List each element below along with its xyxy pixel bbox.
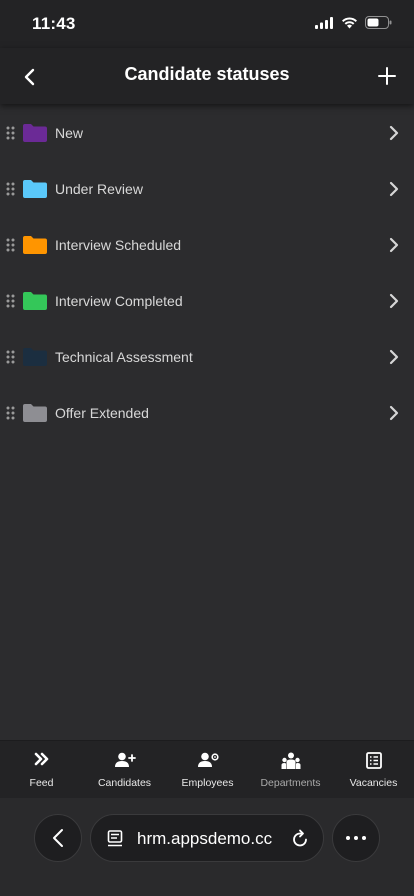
status-row[interactable]: Interview Scheduled <box>0 217 414 273</box>
battery-icon <box>365 16 392 29</box>
status-label: Under Review <box>55 181 143 197</box>
tab-candidates[interactable]: Candidates <box>83 741 166 799</box>
status-list: New Under Review Interview Scheduled Int… <box>0 105 414 441</box>
tab-vacancies-label: Vacancies <box>349 777 398 789</box>
url-text: hrm.appsdemo.cc <box>137 829 273 848</box>
reload-icon[interactable] <box>291 829 309 848</box>
status-row[interactable]: Offer Extended <box>0 385 414 441</box>
user-plus-icon <box>114 752 136 767</box>
app-header: Candidate statuses <box>0 48 414 104</box>
browser-toolbar: hrm.appsdemo.cc <box>0 798 414 896</box>
wifi-icon <box>342 16 357 28</box>
drag-handle-icon[interactable] <box>6 294 15 308</box>
list-document-icon <box>365 752 382 769</box>
drag-handle-icon[interactable] <box>6 126 15 140</box>
tab-candidates-label: Candidates <box>97 777 152 789</box>
tab-vacancies[interactable]: Vacancies <box>332 741 414 799</box>
status-row[interactable]: New <box>0 105 414 161</box>
chevron-right-icon <box>389 181 399 197</box>
more-dots-icon <box>346 836 366 840</box>
folder-icon <box>23 236 47 254</box>
chevron-left-icon <box>53 829 63 847</box>
page-icon <box>107 830 123 847</box>
drag-handle-icon[interactable] <box>6 350 15 364</box>
tab-employees-label: Employees <box>181 777 234 789</box>
browser-back-button[interactable] <box>34 814 82 862</box>
folder-icon <box>23 292 47 310</box>
status-time: 11:43 <box>32 14 76 33</box>
status-label: New <box>55 125 84 141</box>
browser-more-button[interactable] <box>332 814 380 862</box>
tab-employees[interactable]: Employees <box>166 741 249 799</box>
folder-icon <box>23 348 47 366</box>
folder-icon <box>23 180 47 198</box>
address-bar[interactable]: hrm.appsdemo.cc <box>90 814 324 862</box>
bottom-tab-bar: Feed Candidates Employees Departments Va… <box>0 740 414 798</box>
double-chevron-icon <box>34 752 48 766</box>
drag-handle-icon[interactable] <box>6 406 15 420</box>
status-bar: 11:43 <box>0 0 414 48</box>
users-group-icon <box>281 752 300 769</box>
status-row[interactable]: Interview Completed <box>0 273 414 329</box>
status-label: Offer Extended <box>55 405 149 421</box>
status-row[interactable]: Under Review <box>0 161 414 217</box>
tab-departments[interactable]: Departments <box>249 741 332 799</box>
chevron-right-icon <box>389 237 399 253</box>
status-row[interactable]: Technical Assessment <box>0 329 414 385</box>
folder-icon <box>23 124 47 142</box>
folder-icon <box>23 404 47 422</box>
user-settings-icon <box>197 752 219 767</box>
page-title: Candidate statuses <box>124 64 290 84</box>
tab-departments-label: Departments <box>260 777 321 789</box>
cellular-signal-icon <box>315 16 333 29</box>
drag-handle-icon[interactable] <box>6 182 15 196</box>
status-label: Technical Assessment <box>55 349 193 365</box>
status-label: Interview Scheduled <box>55 237 182 253</box>
status-icons <box>315 16 392 29</box>
tab-feed[interactable]: Feed <box>0 741 83 799</box>
chevron-right-icon <box>389 405 399 421</box>
tab-feed-label: Feed <box>29 777 54 789</box>
add-status-button[interactable] <box>372 61 402 91</box>
chevron-right-icon <box>389 293 399 309</box>
status-label: Interview Completed <box>55 293 183 309</box>
plus-icon <box>378 67 396 85</box>
chevron-right-icon <box>389 349 399 365</box>
drag-handle-icon[interactable] <box>6 238 15 252</box>
chevron-right-icon <box>389 125 399 141</box>
